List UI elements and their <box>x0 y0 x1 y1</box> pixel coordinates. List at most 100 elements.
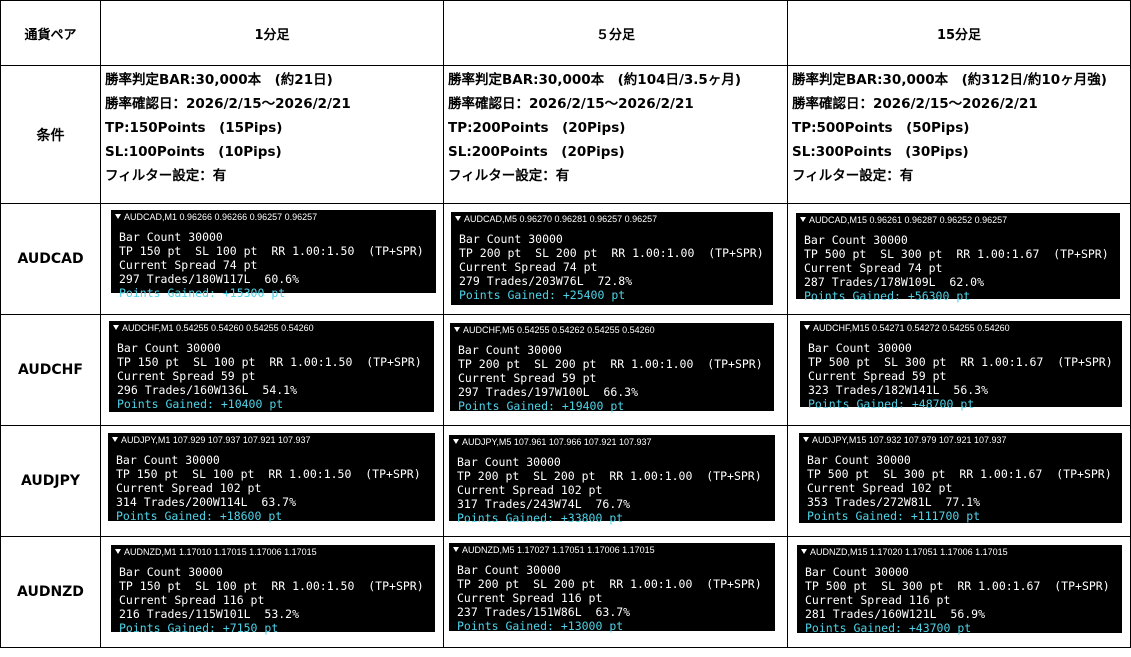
result-cell: AUDCAD,M15 0.96261 0.96287 0.96252 0.962… <box>787 203 1131 315</box>
condition-m1: 勝率判定BAR:30,000本 (約21日) 勝率確認日：2026/2/15～2… <box>100 65 444 204</box>
triangle-down-icon <box>115 214 121 219</box>
points-gained-line: Points Gained: +15300 pt <box>119 286 286 300</box>
symbol-header-text: AUDCHF,M15 0.54271 0.54272 0.54255 0.542… <box>813 323 1010 333</box>
symbol-header: AUDJPY,M5 107.961 107.966 107.921 107.93… <box>453 437 651 447</box>
bar-count-line: Bar Count 30000 <box>805 565 909 579</box>
condition-line: TP:500Points (50Pips) <box>792 120 970 136</box>
trades-line: 317 Trades/243W74L 76.7% <box>457 497 631 511</box>
condition-line: SL:300Points (30Pips) <box>792 144 969 160</box>
tp-sl-line: TP 150 pt SL 100 pt RR 1.00:1.50 (TP+SPR… <box>119 579 424 593</box>
trades-line: 281 Trades/160W121L 56.9% <box>805 607 986 621</box>
symbol-header-text: AUDNZD,M15 1.17020 1.17051 1.17006 1.170… <box>810 547 1008 557</box>
bar-count-line: Bar Count 30000 <box>459 232 563 246</box>
triangle-down-icon <box>803 437 809 442</box>
bar-count-line: Bar Count 30000 <box>116 453 220 467</box>
condition-line: TP:150Points (15Pips) <box>105 120 283 136</box>
result-cell: AUDCAD,M5 0.96270 0.96281 0.96257 0.9625… <box>443 203 788 315</box>
points-gained-line: Points Gained: +13000 pt <box>457 619 624 633</box>
spread-line: Current Spread 59 pt <box>808 369 947 383</box>
bar-count-line: Bar Count 30000 <box>119 565 223 579</box>
header-m1: 1分足 <box>100 0 444 66</box>
symbol-header-text: AUDNZD,M1 1.17010 1.17015 1.17006 1.1701… <box>124 547 317 557</box>
points-gained-line: Points Gained: +48700 pt <box>808 397 975 411</box>
triangle-down-icon <box>453 547 459 552</box>
spread-line: Current Spread 74 pt <box>119 258 258 272</box>
points-gained-line: Points Gained: +10400 pt <box>117 397 284 411</box>
symbol-header-text: AUDCHF,M1 0.54255 0.54260 0.54255 0.5426… <box>122 323 314 333</box>
indicator-screenshot: AUDNZD,M5 1.17027 1.17051 1.17006 1.1701… <box>449 543 775 633</box>
symbol-header: AUDJPY,M1 107.929 107.937 107.921 107.93… <box>112 435 310 445</box>
spread-line: Current Spread 102 pt <box>807 481 953 495</box>
pair-rows: AUDCAD AUDCAD,M1 0.96266 0.96266 0.96257 … <box>0 203 1131 648</box>
trades-line: 279 Trades/203W76L 72.8% <box>459 274 633 288</box>
points-gained-line: Points Gained: +111700 pt <box>807 509 981 523</box>
symbol-header: AUDNZD,M5 1.17027 1.17051 1.17006 1.1701… <box>453 545 655 555</box>
result-cell: AUDJPY,M5 107.961 107.966 107.921 107.93… <box>443 425 788 537</box>
spread-line: Current Spread 102 pt <box>457 483 603 497</box>
trades-line: 237 Trades/151W86L 63.7% <box>457 605 631 619</box>
points-gained-line: Points Gained: +43700 pt <box>805 621 972 635</box>
points-gained-line: Points Gained: +18600 pt <box>116 509 283 523</box>
tp-sl-line: TP 150 pt SL 100 pt RR 1.00:1.50 (TP+SPR… <box>117 355 422 369</box>
spread-line: Current Spread 59 pt <box>458 371 597 385</box>
points-gained-line: Points Gained: +19400 pt <box>458 399 625 413</box>
symbol-header-text: AUDCAD,M15 0.96261 0.96287 0.96252 0.962… <box>809 215 1008 225</box>
triangle-down-icon <box>113 325 119 330</box>
indicator-screenshot: AUDCAD,M5 0.96270 0.96281 0.96257 0.9625… <box>451 212 773 305</box>
symbol-header-text: AUDJPY,M5 107.961 107.966 107.921 107.93… <box>462 437 652 447</box>
bar-count-line: Bar Count 30000 <box>117 341 221 355</box>
header-m5: ５分足 <box>443 0 788 66</box>
condition-row: 条件 勝率判定BAR:30,000本 (約21日) 勝率確認日：2026/2/1… <box>0 65 1131 204</box>
symbol-header: AUDCAD,M15 0.96261 0.96287 0.96252 0.962… <box>800 215 1007 225</box>
trades-line: 323 Trades/182W141L 56.3% <box>808 383 989 397</box>
symbol-header: AUDCAD,M1 0.96266 0.96266 0.96257 0.9625… <box>115 212 317 222</box>
spread-line: Current Spread 59 pt <box>117 369 256 383</box>
result-cell: AUDNZD,M1 1.17010 1.17015 1.17006 1.1701… <box>100 536 444 648</box>
bar-count-line: Bar Count 30000 <box>457 563 561 577</box>
indicator-screenshot: AUDCAD,M1 0.96266 0.96266 0.96257 0.9625… <box>111 210 436 300</box>
header-m15: 15分足 <box>787 0 1131 66</box>
indicator-screenshot: AUDNZD,M15 1.17020 1.17051 1.17006 1.170… <box>797 545 1122 635</box>
triangle-down-icon <box>453 439 459 444</box>
trades-line: 296 Trades/160W136L 54.1% <box>117 383 298 397</box>
indicator-screenshot: AUDJPY,M5 107.961 107.966 107.921 107.93… <box>449 435 775 525</box>
condition-line: 勝率確認日：2026/2/15～2026/2/21 <box>105 96 351 112</box>
spread-line: Current Spread 74 pt <box>459 260 598 274</box>
symbol-header: AUDNZD,M1 1.17010 1.17015 1.17006 1.1701… <box>115 547 317 557</box>
indicator-screenshot: AUDJPY,M15 107.932 107.979 107.921 107.9… <box>799 433 1122 523</box>
pair-row: AUDCAD AUDCAD,M1 0.96266 0.96266 0.96257 … <box>0 203 1131 315</box>
triangle-down-icon <box>115 549 121 554</box>
condition-line: SL:100Points (10Pips) <box>105 144 282 160</box>
tp-sl-line: TP 500 pt SL 300 pt RR 1.00:1.67 (TP+SPR… <box>807 467 1112 481</box>
condition-line: フィルター設定：有 <box>105 168 227 184</box>
bar-count-line: Bar Count 30000 <box>807 453 911 467</box>
condition-label: 条件 <box>0 65 101 204</box>
points-gained-line: Points Gained: +25400 pt <box>459 288 626 302</box>
tp-sl-line: TP 150 pt SL 100 pt RR 1.00:1.50 (TP+SPR… <box>119 244 424 258</box>
points-gained-line: Points Gained: +56300 pt <box>804 289 971 303</box>
condition-line: 勝率確認日：2026/2/15～2026/2/21 <box>792 96 1038 112</box>
spread-line: Current Spread 116 pt <box>457 591 603 605</box>
spread-line: Current Spread 74 pt <box>804 261 943 275</box>
triangle-down-icon <box>801 549 807 554</box>
pair-row: AUDCHF AUDCHF,M1 0.54255 0.54260 0.54255 … <box>0 314 1131 426</box>
bar-count-line: Bar Count 30000 <box>457 455 561 469</box>
pair-label: AUDCAD <box>0 203 101 315</box>
triangle-down-icon <box>454 327 460 332</box>
symbol-header-text: AUDCAD,M5 0.96270 0.96281 0.96257 0.9625… <box>464 214 658 224</box>
tp-sl-line: TP 200 pt SL 200 pt RR 1.00:1.00 (TP+SPR… <box>457 577 762 591</box>
indicator-screenshot: AUDJPY,M1 107.929 107.937 107.921 107.93… <box>108 433 435 523</box>
symbol-header: AUDCHF,M5 0.54255 0.54262 0.54255 0.5426… <box>454 325 655 335</box>
condition-line: フィルター設定：有 <box>448 168 570 184</box>
symbol-header-text: AUDJPY,M15 107.932 107.979 107.921 107.9… <box>812 435 1007 445</box>
points-gained-line: Points Gained: +7150 pt <box>119 621 279 635</box>
result-cell: AUDCHF,M1 0.54255 0.54260 0.54255 0.5426… <box>100 314 444 426</box>
bar-count-line: Bar Count 30000 <box>119 230 223 244</box>
condition-line: 勝率確認日：2026/2/15～2026/2/21 <box>448 96 694 112</box>
spread-line: Current Spread 116 pt <box>119 593 265 607</box>
condition-line: TP:200Points (20Pips) <box>448 120 626 136</box>
condition-m5: 勝率判定BAR:30,000本 (約104日/3.5ヶ月) 勝率確認日：2026… <box>443 65 788 204</box>
symbol-header: AUDCHF,M1 0.54255 0.54260 0.54255 0.5426… <box>113 323 314 333</box>
trades-line: 216 Trades/115W101L 53.2% <box>119 607 300 621</box>
tp-sl-line: TP 200 pt SL 200 pt RR 1.00:1.00 (TP+SPR… <box>457 469 762 483</box>
